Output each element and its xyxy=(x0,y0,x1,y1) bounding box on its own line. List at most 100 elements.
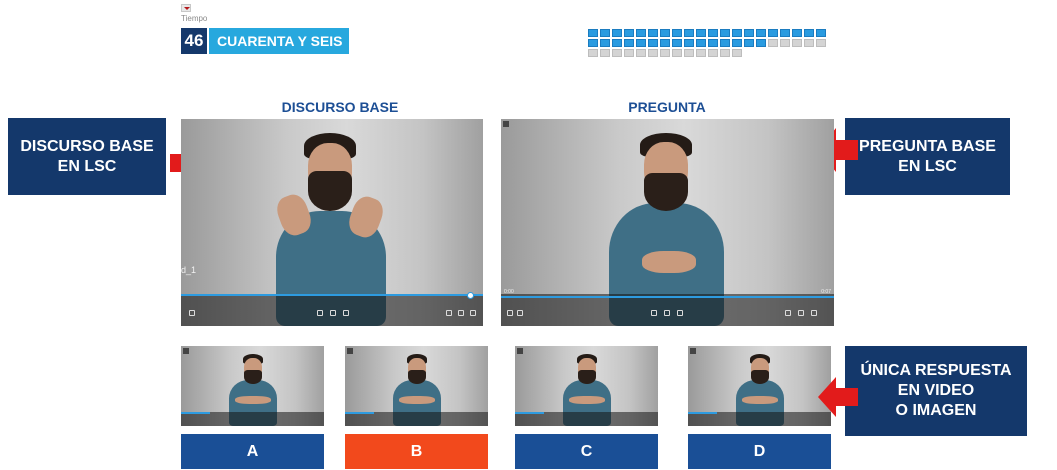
question-callout-line-1: PREGUNTA BASE xyxy=(859,137,996,155)
fullscreen-icon[interactable] xyxy=(811,310,817,316)
edit-icon[interactable] xyxy=(785,310,791,316)
progress-cell[interactable] xyxy=(624,29,634,37)
progress-cell[interactable] xyxy=(624,49,634,57)
progress-cell[interactable] xyxy=(804,39,814,47)
video-corner-badge xyxy=(690,348,696,354)
progress-cell[interactable] xyxy=(636,39,646,47)
progress-cell[interactable] xyxy=(708,39,718,47)
edit-icon[interactable] xyxy=(446,310,452,316)
progress-cell[interactable] xyxy=(672,29,682,37)
progress-cell[interactable] xyxy=(768,29,778,37)
video-controls xyxy=(181,412,324,426)
progress-cell[interactable] xyxy=(816,29,826,37)
progress-cell[interactable] xyxy=(684,49,694,57)
progress-cell[interactable] xyxy=(696,39,706,47)
progress-cell[interactable] xyxy=(612,49,622,57)
progress-cell[interactable] xyxy=(780,39,790,47)
progress-cell[interactable] xyxy=(756,39,766,47)
play-icon[interactable] xyxy=(330,310,336,316)
answer-video-c[interactable] xyxy=(515,346,658,426)
pip-icon[interactable] xyxy=(798,310,804,316)
answer-button-b[interactable]: B xyxy=(345,434,488,469)
arrow-icon xyxy=(818,377,858,417)
answer-button-c[interactable]: C xyxy=(515,434,658,469)
progress-cell[interactable] xyxy=(648,39,658,47)
play-icon[interactable] xyxy=(664,310,670,316)
video-progress-bar[interactable] xyxy=(688,412,717,414)
progress-cell[interactable] xyxy=(732,49,742,57)
progress-cell[interactable] xyxy=(660,49,670,57)
question-title: PREGUNTA xyxy=(628,99,706,115)
video-progress-bar[interactable] xyxy=(501,296,834,298)
progress-cell[interactable] xyxy=(720,49,730,57)
progress-cell[interactable] xyxy=(636,29,646,37)
progress-cell[interactable] xyxy=(768,39,778,47)
fullscreen-icon[interactable] xyxy=(470,310,476,316)
progress-cell[interactable] xyxy=(612,39,622,47)
progress-cell[interactable] xyxy=(732,39,742,47)
discourse-video[interactable]: d_1 xyxy=(181,119,483,326)
progress-cell[interactable] xyxy=(720,29,730,37)
progress-cell[interactable] xyxy=(672,49,682,57)
pip-icon[interactable] xyxy=(458,310,464,316)
progress-cell[interactable] xyxy=(708,49,718,57)
progress-cell[interactable] xyxy=(636,49,646,57)
discourse-callout-line-2: EN LSC xyxy=(57,157,117,175)
progress-cell[interactable] xyxy=(672,39,682,47)
progress-cell[interactable] xyxy=(780,29,790,37)
question-callout: PREGUNTA BASE EN LSC xyxy=(845,118,1010,195)
progress-cell[interactable] xyxy=(744,39,754,47)
progress-cell[interactable] xyxy=(660,39,670,47)
progress-handle[interactable] xyxy=(467,292,474,299)
progress-cell[interactable] xyxy=(792,29,802,37)
answer-video-d[interactable] xyxy=(688,346,831,426)
progress-cell[interactable] xyxy=(708,29,718,37)
video-progress-bar[interactable] xyxy=(181,294,483,296)
video-progress-bar[interactable] xyxy=(181,412,210,414)
timer-label: Tiempo xyxy=(181,14,208,23)
progress-cell[interactable] xyxy=(804,29,814,37)
timer-value-words: CUARENTA Y SEIS xyxy=(209,28,349,54)
progress-cell[interactable] xyxy=(600,49,610,57)
progress-cell[interactable] xyxy=(756,29,766,37)
progress-cell[interactable] xyxy=(732,29,742,37)
progress-cell[interactable] xyxy=(744,29,754,37)
answer-callout-line-1: ÚNICA RESPUESTA xyxy=(860,362,1012,379)
progress-cell[interactable] xyxy=(600,29,610,37)
progress-cell[interactable] xyxy=(696,49,706,57)
answer-video-b[interactable] xyxy=(345,346,488,426)
video-corner-badge xyxy=(183,348,189,354)
answer-button-a[interactable]: A xyxy=(181,434,324,469)
progress-cell[interactable] xyxy=(612,29,622,37)
question-callout-line-2: EN LSC xyxy=(898,157,957,175)
rewind-icon[interactable] xyxy=(651,310,657,316)
answer-video-a[interactable] xyxy=(181,346,324,426)
volume-icon[interactable] xyxy=(507,310,513,316)
video-progress-bar[interactable] xyxy=(345,412,374,414)
forward-icon[interactable] xyxy=(343,310,349,316)
progress-cell[interactable] xyxy=(648,49,658,57)
answer-button-d[interactable]: D xyxy=(688,434,831,469)
progress-cell[interactable] xyxy=(624,39,634,47)
video-progress-bar[interactable] xyxy=(515,412,544,414)
progress-cell[interactable] xyxy=(588,49,598,57)
progress-cell[interactable] xyxy=(684,29,694,37)
rewind-icon[interactable] xyxy=(317,310,323,316)
discourse-callout-line-1: DISCURSO BASE xyxy=(20,137,154,155)
chevron-down-icon[interactable] xyxy=(181,4,191,12)
subtitles-icon[interactable] xyxy=(189,310,195,316)
progress-cell[interactable] xyxy=(792,39,802,47)
forward-icon[interactable] xyxy=(677,310,683,316)
progress-cell[interactable] xyxy=(648,29,658,37)
progress-cell[interactable] xyxy=(660,29,670,37)
progress-cell[interactable] xyxy=(600,39,610,47)
video-controls xyxy=(345,412,488,426)
progress-cell[interactable] xyxy=(816,39,826,47)
progress-cell[interactable] xyxy=(696,29,706,37)
progress-cell[interactable] xyxy=(684,39,694,47)
progress-cell[interactable] xyxy=(588,39,598,47)
subtitles-icon[interactable] xyxy=(517,310,523,316)
progress-cell[interactable] xyxy=(720,39,730,47)
progress-cell[interactable] xyxy=(588,29,598,37)
question-video[interactable]: 0:00 0:07 xyxy=(501,119,834,326)
